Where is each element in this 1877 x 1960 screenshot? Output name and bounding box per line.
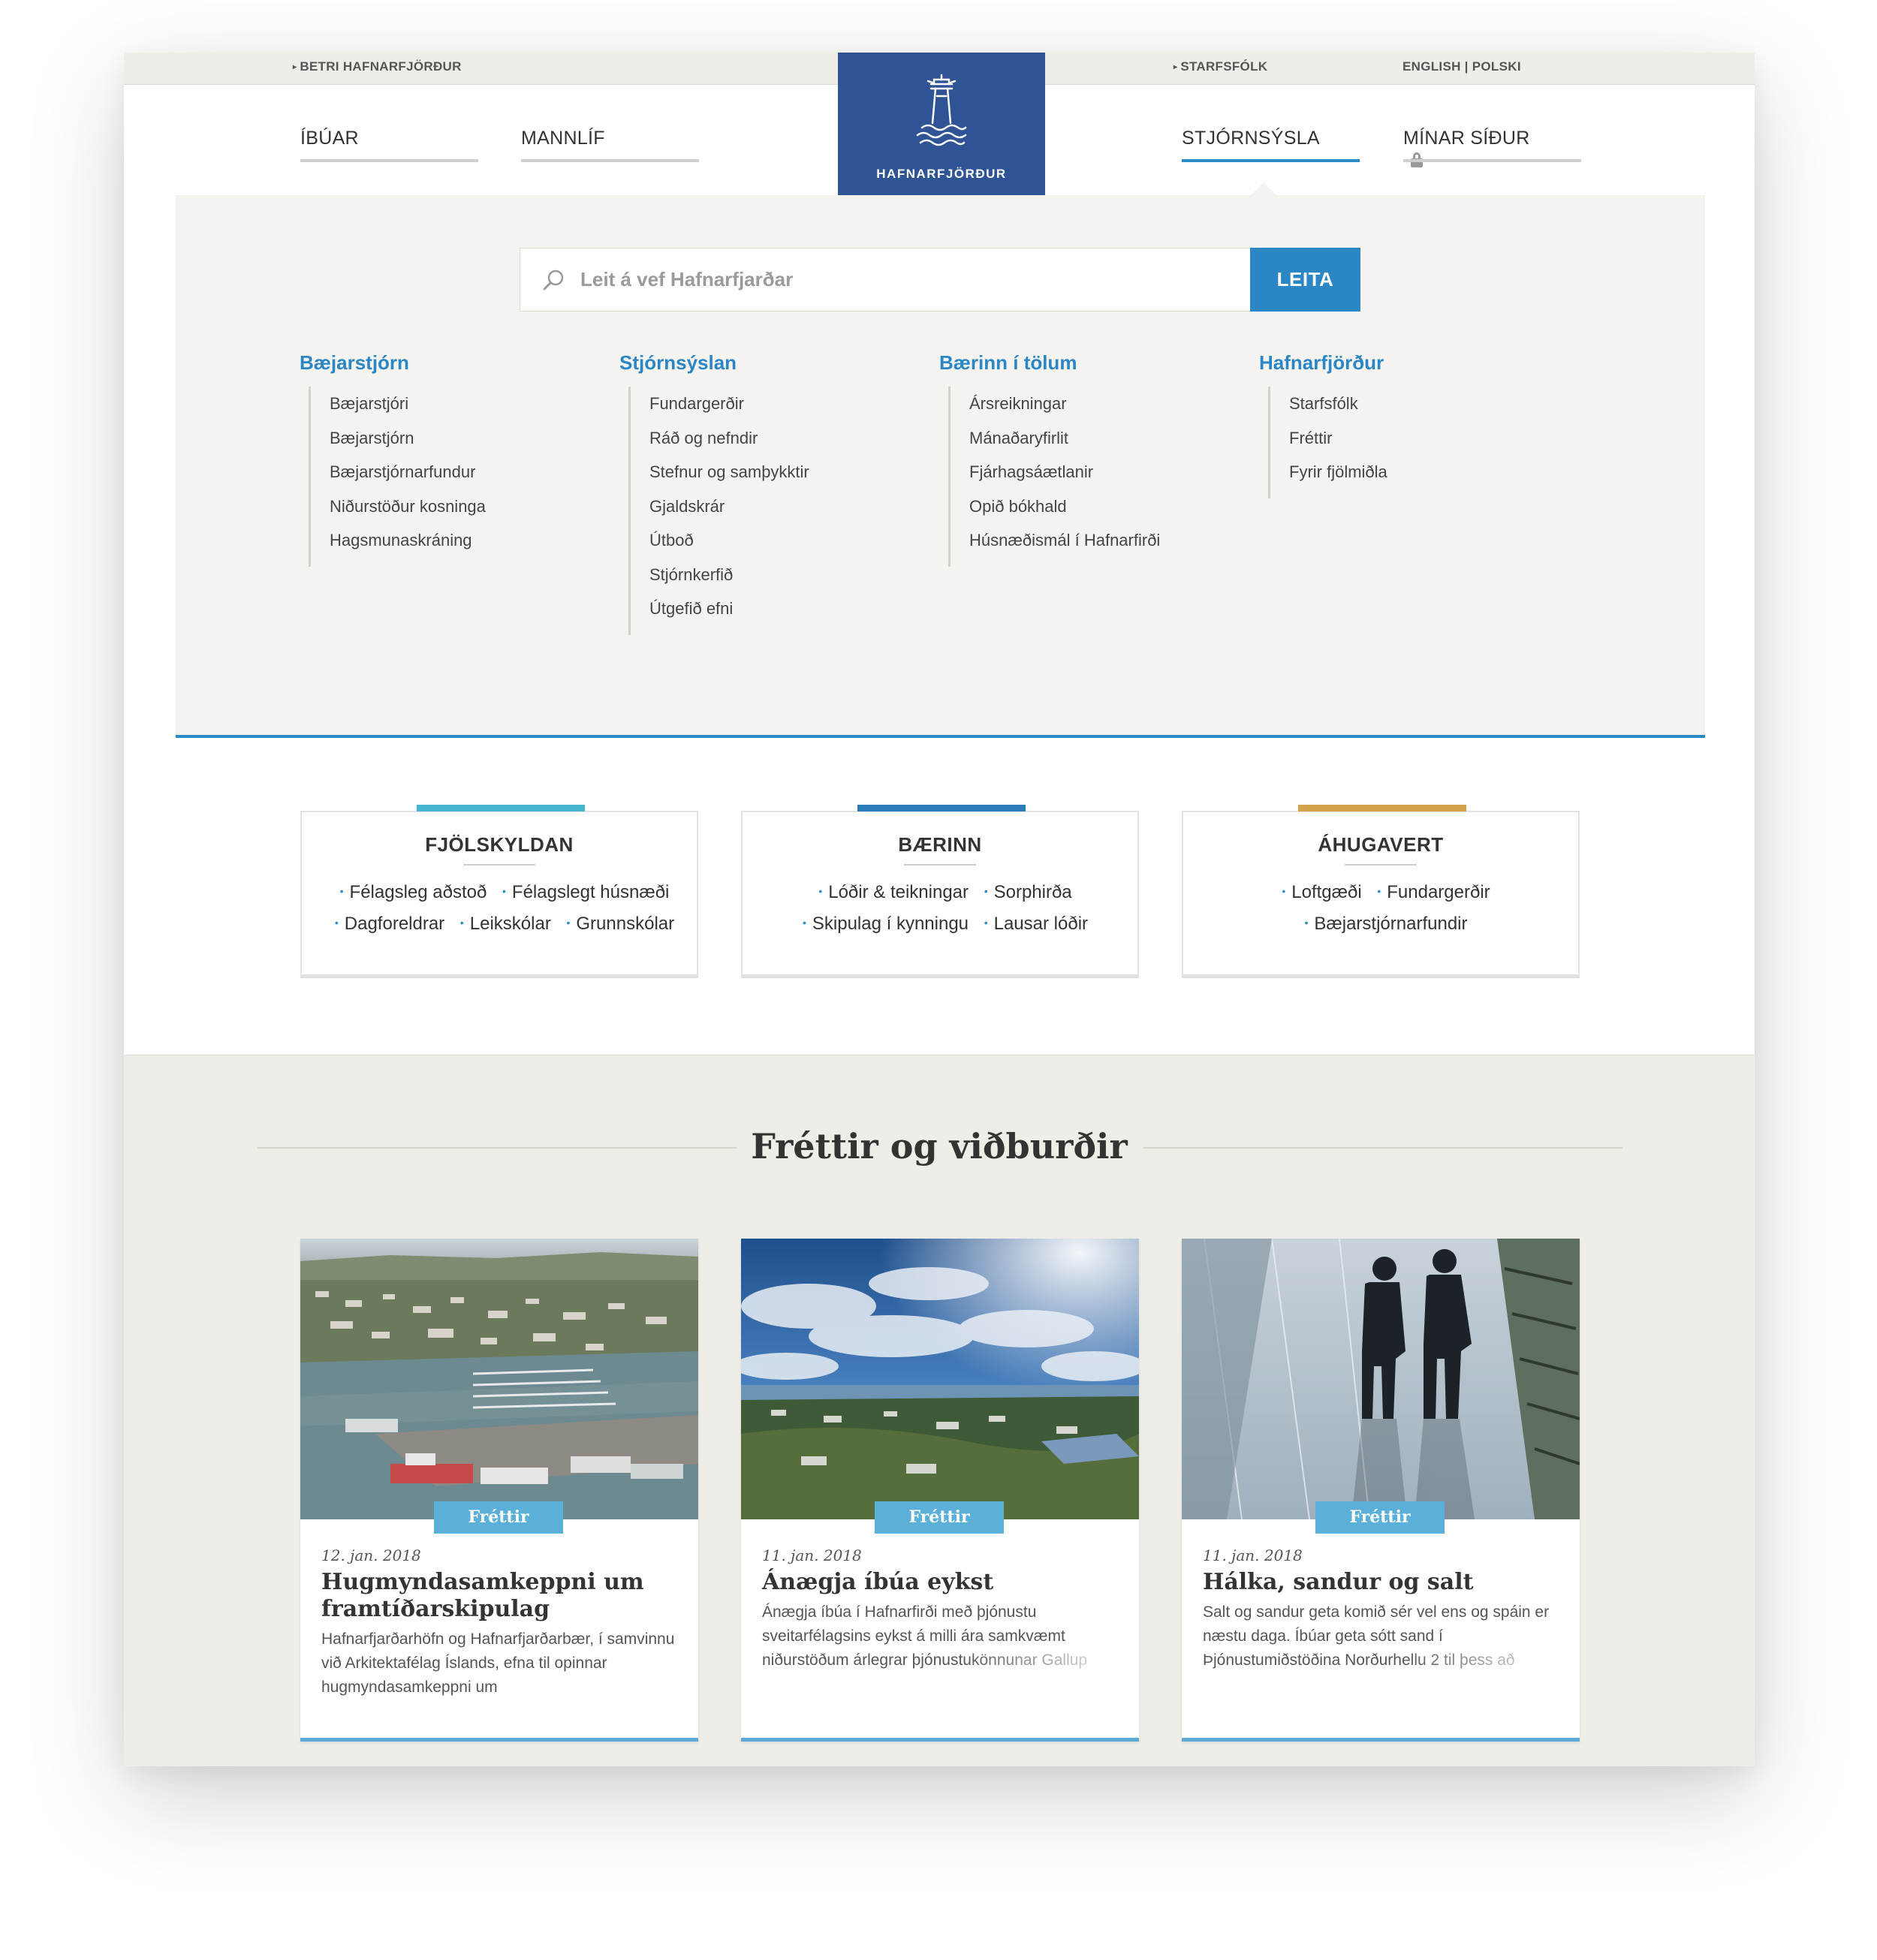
nav-label: STJÓRNSÝSLA (1182, 128, 1320, 149)
news-headline[interactable]: Hálka, sandur og salt (1203, 1569, 1563, 1596)
search-bar: LEITA (520, 248, 1360, 312)
menu-link[interactable]: Gjaldskrár (649, 494, 809, 528)
news-card[interactable]: Fréttir 11. jan. 2018 Ánægja íbúa eykst … (741, 1239, 1139, 1742)
quick-link[interactable]: Dagforeldrar (345, 914, 444, 934)
quick-link[interactable]: Leikskólar (470, 914, 551, 934)
menu-link[interactable]: Starfsfólk (1289, 391, 1387, 426)
news-tag: Fréttir (1315, 1501, 1445, 1534)
news-tag: Fréttir (434, 1501, 563, 1534)
menu-column-title[interactable]: Hafnarfjörður (1259, 351, 1387, 375)
news-headline[interactable]: Ánægja íbúa eykst (762, 1569, 1122, 1596)
menu-column-stjornsyslan: Stjórnsýslan Fundargerðir Ráð og nefndir… (619, 351, 809, 635)
news-date: 11. jan. 2018 (1203, 1546, 1303, 1564)
starfsfolk-link[interactable]: ▸ STARFSFÓLK (1174, 59, 1267, 74)
menu-column-baejarstjorn: Bæjarstjórn Bæjarstjóri Bæjarstjórn Bæja… (300, 351, 486, 567)
nav-label: MÍNAR SÍÐUR (1403, 128, 1530, 149)
news-date: 11. jan. 2018 (762, 1546, 862, 1564)
card-accent-bar (1298, 805, 1466, 811)
menu-link[interactable]: Bæjarstjóri (330, 391, 486, 426)
menu-column-baerinn-i-tolum: Bærinn í tölum Ársreikningar Mánaðaryfir… (939, 351, 1160, 567)
menu-link[interactable]: Útgefið efni (649, 596, 809, 631)
mega-menu: LEITA Bæjarstjórn Bæjarstjóri Bæjarstjór… (176, 195, 1705, 738)
nav-ibuar[interactable]: ÍBÚAR (300, 128, 478, 162)
menu-link[interactable]: Ársreikningar (969, 391, 1160, 426)
menu-link[interactable]: Niðurstöður kosninga (330, 494, 486, 528)
menu-link[interactable]: Opið bókhald (969, 494, 1160, 528)
news-section-title: Fréttir og viðburðir (751, 1126, 1128, 1167)
search-input[interactable] (580, 248, 1241, 311)
menu-link[interactable]: Bæjarstjórnarfundur (330, 459, 486, 494)
menu-link[interactable]: Bæjarstjórn (330, 426, 486, 460)
quick-link[interactable]: Skipulag í kynningu (812, 914, 969, 934)
page-frame: ▸ BETRI HAFNARFJÖRÐUR ▸ STARFSFÓLK ENGLISH… (124, 53, 1755, 1766)
harbor-photo (300, 1239, 698, 1519)
news-headline[interactable]: Hugmyndasamkeppni um framtíðarskipulag (321, 1569, 682, 1623)
nav-label: ÍBÚAR (300, 128, 359, 149)
news-card[interactable]: Fréttir 12. jan. 2018 Hugmyndasamkeppni … (300, 1239, 698, 1742)
quick-link[interactable]: Grunnskólar (576, 914, 674, 934)
quick-link[interactable]: Félagslegt húsnæði (512, 882, 669, 902)
quick-card-title[interactable]: BÆRINN (743, 833, 1137, 857)
quick-card-ahugavert: ÁHUGAVERT • Loftgæði • Fundargerðir • Bæjar… (1182, 805, 1580, 978)
menu-link[interactable]: Fjárhagsáætlanir (969, 459, 1160, 494)
nav-mannlif[interactable]: MANNLÍF (521, 128, 699, 162)
nav-label: MANNLÍF (521, 128, 605, 149)
news-tag: Fréttir (875, 1501, 1004, 1534)
quick-card-baerinn: BÆRINN • Lóðir & teikningar • Sorphirða • S… (741, 805, 1139, 978)
quick-link[interactable]: Bæjarstjórnarfundir (1314, 914, 1467, 934)
lighthouse-icon (916, 74, 967, 146)
menu-link[interactable]: Mánaðaryfirlit (969, 426, 1160, 460)
menu-link[interactable]: Fréttir (1289, 426, 1387, 460)
site-logo[interactable]: HAFNARFJÖRÐUR (838, 53, 1045, 212)
icy-walkway-photo (1182, 1239, 1580, 1519)
search-button[interactable]: LEITA (1250, 248, 1360, 312)
menu-link[interactable]: Útboð (649, 528, 809, 562)
search-icon (543, 269, 564, 291)
menu-link[interactable]: Hagsmunaskráning (330, 528, 486, 562)
quick-link[interactable]: Loftgæði (1291, 882, 1361, 902)
menu-link[interactable]: Húsnæðismál í Hafnarfirði (969, 528, 1160, 562)
news-card[interactable]: Fréttir 11. jan. 2018 Hálka, sandur og s… (1182, 1239, 1580, 1742)
quick-link[interactable]: Fundargerðir (1387, 882, 1490, 902)
menu-link[interactable]: Fyrir fjölmiðla (1289, 459, 1387, 494)
menu-link[interactable]: Stefnur og samþykktir (649, 459, 809, 494)
quick-link[interactable]: Lausar lóðir (994, 914, 1088, 934)
menu-link[interactable]: Ráð og nefndir (649, 426, 809, 460)
quick-link[interactable]: Félagsleg aðstoð (350, 882, 487, 902)
menu-link[interactable]: Fundargerðir (649, 391, 809, 426)
nav-minar-sidur[interactable]: MÍNAR SÍÐUR (1403, 128, 1581, 167)
nav-stjornsysla[interactable]: STJÓRNSÝSLA (1182, 128, 1360, 162)
town-sky-photo (741, 1239, 1139, 1519)
language-links[interactable]: ENGLISH | POLSKI (1402, 59, 1521, 74)
quick-link[interactable]: Lóðir & teikningar (828, 882, 969, 902)
menu-column-hafnarfjordur: Hafnarfjörður Starfsfólk Fréttir Fyrir f… (1259, 351, 1387, 498)
menu-column-title[interactable]: Stjórnsýslan (619, 351, 809, 375)
menu-column-title[interactable]: Bæjarstjórn (300, 351, 486, 375)
quick-card-title[interactable]: ÁHUGAVERT (1183, 833, 1578, 857)
menu-column-title[interactable]: Bærinn í tölum (939, 351, 1160, 375)
betri-hafnarfjordur-link[interactable]: ▸ BETRI HAFNARFJÖRÐUR (293, 59, 462, 74)
quick-link[interactable]: Sorphirða (994, 882, 1072, 902)
menu-link[interactable]: Stjórnkerfið (649, 562, 809, 597)
quick-card-fjolskyldan: FJÖLSKYLDAN • Félagsleg aðstoð • Félagsleg… (300, 805, 698, 978)
menu-caret (1250, 182, 1277, 196)
quick-card-title[interactable]: FJÖLSKYLDAN (302, 833, 697, 857)
logo-text: HAFNARFJÖRÐUR (876, 167, 1007, 181)
card-accent-bar (857, 805, 1026, 811)
news-date: 12. jan. 2018 (321, 1546, 421, 1564)
card-accent-bar (417, 805, 585, 811)
news-excerpt: Hafnarfjarðarhöfn og Hafnarfjarðarbær, í… (321, 1630, 675, 1696)
